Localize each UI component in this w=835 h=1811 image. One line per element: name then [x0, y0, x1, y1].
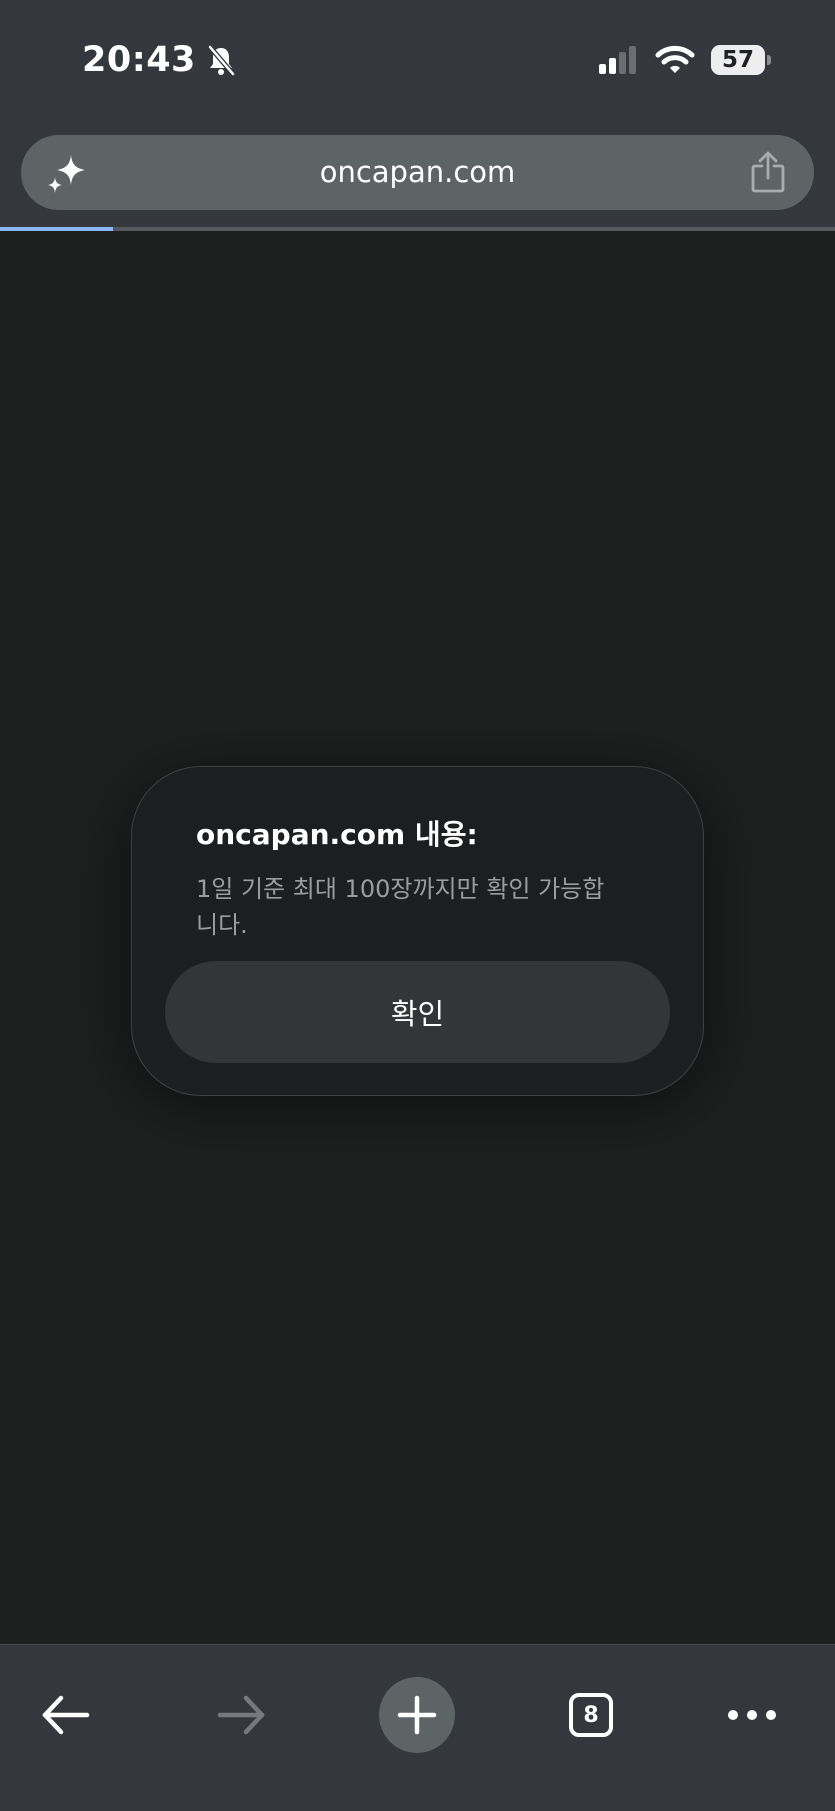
- back-arrow-icon: [42, 1695, 90, 1735]
- bottom-toolbar: 8: [0, 1644, 835, 1811]
- battery-icon: 57: [711, 45, 771, 75]
- bell-slash-icon: [208, 45, 235, 76]
- more-menu-button[interactable]: [714, 1677, 790, 1753]
- status-indicators: 57: [597, 44, 771, 76]
- status-time: 20:43: [82, 40, 196, 80]
- dialog-message: 1일 기준 최대 100장까지만 확인 가능합니다.: [196, 875, 605, 939]
- status-time-group: 20:43: [82, 40, 236, 80]
- tab-switcher-button[interactable]: 8: [553, 1677, 629, 1753]
- confirm-button[interactable]: 확인: [165, 961, 670, 1063]
- tab-count: 8: [583, 1702, 599, 1728]
- forward-button[interactable]: [203, 1677, 279, 1753]
- back-button[interactable]: [28, 1677, 104, 1753]
- forward-arrow-icon: [217, 1695, 265, 1735]
- browser-toolbar: oncapan.com: [0, 120, 835, 230]
- alert-dialog: oncapan.com 내용: 1일 기준 최대 100장까지만 확인 가능합니…: [131, 766, 704, 1096]
- battery-cap: [767, 55, 771, 65]
- status-bar: 20:43 57: [0, 0, 835, 120]
- wifi-icon: [655, 45, 695, 73]
- battery-level: 57: [721, 47, 754, 73]
- more-icon: [728, 1710, 776, 1720]
- address-bar[interactable]: oncapan.com: [21, 135, 814, 210]
- url-text[interactable]: oncapan.com: [21, 135, 814, 210]
- share-icon[interactable]: [750, 151, 786, 193]
- signal-icon: [599, 46, 636, 74]
- plus-icon: [397, 1695, 437, 1735]
- tabs-icon: 8: [569, 1693, 613, 1737]
- new-tab-button[interactable]: [379, 1677, 455, 1753]
- dialog-title: oncapan.com 내용:: [196, 818, 478, 851]
